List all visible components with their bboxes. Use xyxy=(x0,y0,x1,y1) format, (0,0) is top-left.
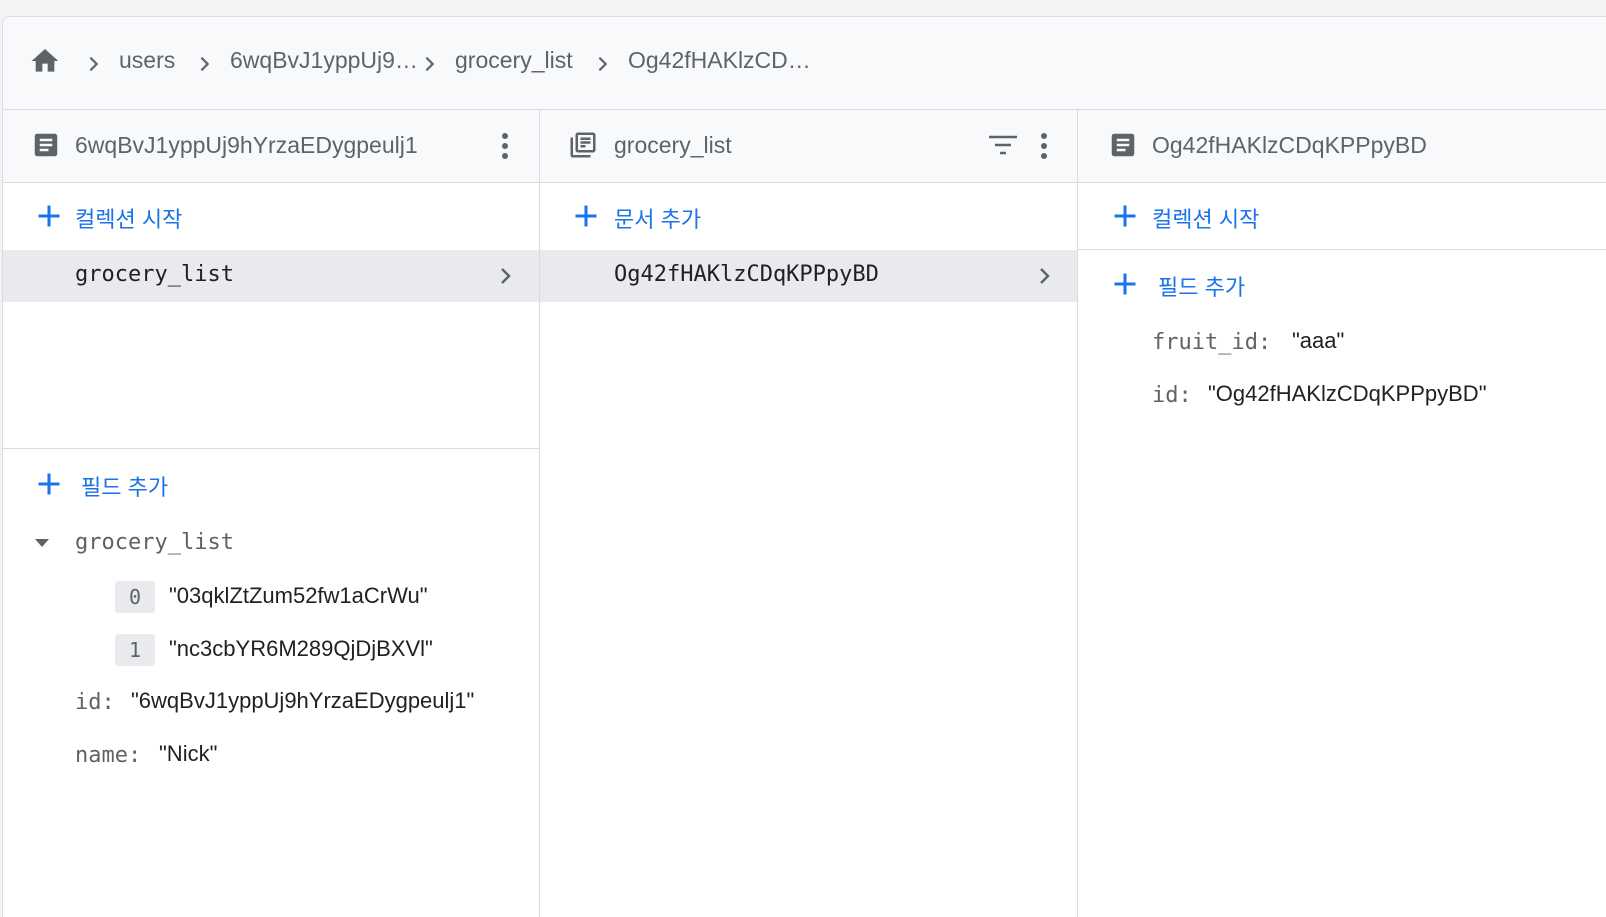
document-panel-user: 6wqBvJ1yppUj9hYrzaEDygpeulj1 컬렉션 시작 groc… xyxy=(3,110,540,917)
add-field-label: 필드 추가 xyxy=(1158,275,1246,300)
collection-item-label: grocery_list xyxy=(75,262,234,287)
chevron-right-icon xyxy=(501,268,511,284)
add-field-button[interactable]: 필드 추가 xyxy=(1078,251,1606,317)
breadcrumb-item-grocery-doc[interactable]: Og42fHAKlzCD… xyxy=(628,47,811,74)
field-key-id: id: xyxy=(75,690,115,715)
document-icon xyxy=(1111,133,1135,157)
firestore-data-viewer: users 6wqBvJ1yppUj9… grocery_list Og42fH… xyxy=(2,16,1606,917)
field-key-name: name: xyxy=(75,743,142,768)
panel-header: grocery_list xyxy=(540,110,1077,183)
document-item-selected[interactable]: Og42fHAKlzCDqKPPpyBD xyxy=(540,250,1077,302)
field-value-name[interactable]: "Nick" xyxy=(159,741,217,767)
plus-icon xyxy=(38,205,60,227)
panel-title: grocery_list xyxy=(614,132,732,158)
collection-item-grocery-list[interactable]: grocery_list xyxy=(3,250,539,302)
chevron-right-icon xyxy=(200,56,210,72)
breadcrumb-item-grocery-list[interactable]: grocery_list xyxy=(455,47,573,74)
chevron-right-icon xyxy=(598,56,608,72)
start-collection-label: 컬렉션 시작 xyxy=(75,207,183,232)
field-key-id: id: xyxy=(1152,383,1192,408)
more-vert-icon[interactable] xyxy=(1040,132,1048,160)
document-panel-grocery: Og42fHAKlzCDqKPPpyBD 컬렉션 시작 필드 추가 fruit_… xyxy=(1078,110,1606,917)
chevron-right-icon xyxy=(89,56,99,72)
array-value[interactable]: "03qklZtZum52fw1aCrWu" xyxy=(169,583,428,609)
add-field-button[interactable]: 필드 추가 xyxy=(3,450,539,516)
field-value-fruit-id[interactable]: "aaa" xyxy=(1292,328,1344,354)
panel-title: Og42fHAKlzCDqKPPpyBD xyxy=(1152,132,1427,158)
add-document-button[interactable]: 문서 추가 xyxy=(540,183,1077,249)
plus-icon xyxy=(1114,273,1136,295)
document-item-label: Og42fHAKlzCDqKPPpyBD xyxy=(614,262,879,287)
collection-icon xyxy=(570,132,596,158)
filter-icon[interactable] xyxy=(988,134,1018,156)
array-index: 1 xyxy=(115,634,155,666)
more-vert-icon[interactable] xyxy=(501,132,509,160)
collection-panel-grocery-list: grocery_list 문서 추가 Og42fHAKlzCDqKPPpyBD xyxy=(540,110,1078,917)
field-value-id[interactable]: "Og42fHAKlzCDqKPPpyBD" xyxy=(1208,381,1487,407)
panel-title: 6wqBvJ1yppUj9hYrzaEDygpeulj1 xyxy=(75,132,418,158)
breadcrumb-item-users[interactable]: users xyxy=(119,47,175,74)
chevron-right-icon xyxy=(425,56,435,72)
document-icon xyxy=(34,133,58,157)
add-document-label: 문서 추가 xyxy=(614,207,702,232)
array-value[interactable]: "nc3cbYR6M289QjDjBXVl" xyxy=(169,636,433,662)
field-key-fruit-id: fruit_id: xyxy=(1152,330,1272,355)
panel-header: 6wqBvJ1yppUj9hYrzaEDygpeulj1 xyxy=(3,110,539,183)
home-icon[interactable] xyxy=(27,45,63,77)
chevron-right-icon xyxy=(1040,268,1050,284)
breadcrumb: users 6wqBvJ1yppUj9… grocery_list Og42fH… xyxy=(3,17,1606,110)
plus-icon xyxy=(575,205,597,227)
breadcrumb-item-user-doc[interactable]: 6wqBvJ1yppUj9… xyxy=(230,47,418,74)
divider xyxy=(3,448,539,449)
start-collection-label: 컬렉션 시작 xyxy=(1152,207,1260,232)
plus-icon xyxy=(38,473,60,495)
array-index: 0 xyxy=(115,581,155,613)
start-collection-button[interactable]: 컬렉션 시작 xyxy=(1078,183,1606,250)
field-key-grocery-list: grocery_list xyxy=(75,530,234,555)
arrow-drop-down-icon[interactable] xyxy=(33,536,51,550)
plus-icon xyxy=(1114,205,1136,227)
field-value-id[interactable]: "6wqBvJ1yppUj9hYrzaEDygpeulj1" xyxy=(131,688,474,714)
panel-header: Og42fHAKlzCDqKPPpyBD xyxy=(1078,110,1606,183)
start-collection-button[interactable]: 컬렉션 시작 xyxy=(3,183,539,249)
add-field-label: 필드 추가 xyxy=(81,475,169,500)
